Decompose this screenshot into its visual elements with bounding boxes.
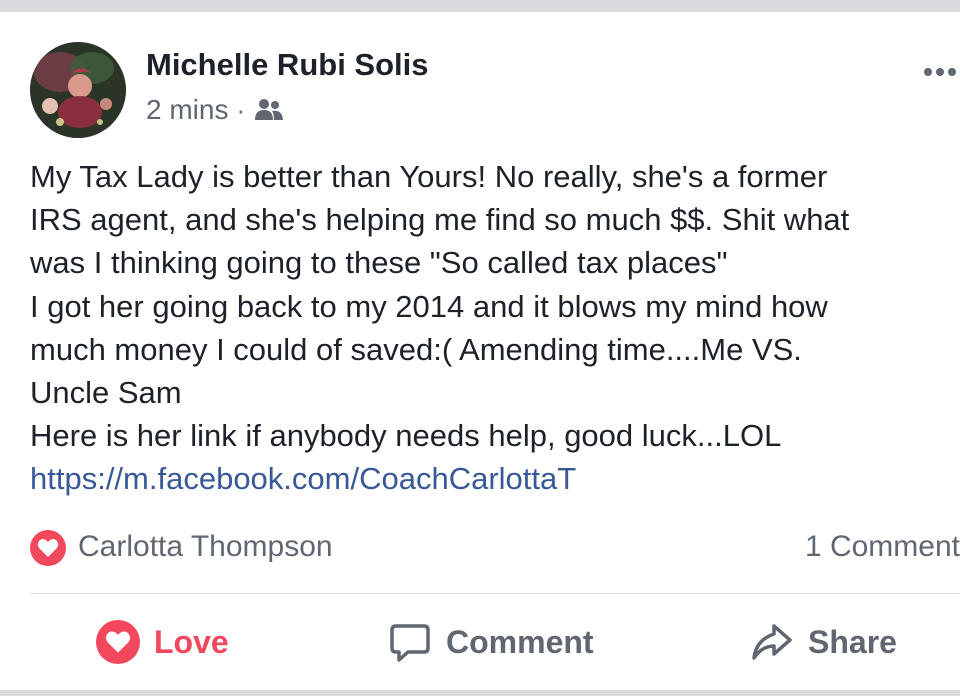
post-meta: 2 mins · xyxy=(146,92,285,128)
love-button[interactable]: Love xyxy=(96,619,229,665)
love-reaction-icon xyxy=(30,530,66,566)
author-name[interactable]: Michelle Rubi Solis xyxy=(146,47,429,83)
comment-button-label: Comment xyxy=(446,623,594,660)
post-text-line: much money I could of saved:( Amending t… xyxy=(30,331,802,367)
share-button-label: Share xyxy=(808,623,897,660)
comment-button[interactable]: Comment xyxy=(388,619,594,665)
friends-icon[interactable] xyxy=(253,96,285,124)
post-timestamp[interactable]: 2 mins xyxy=(146,94,228,126)
heart-icon xyxy=(96,620,140,664)
bottom-frame-bar xyxy=(0,690,960,696)
share-icon xyxy=(752,624,792,660)
post-text-line: I got her going back to my 2014 and it b… xyxy=(30,288,828,324)
reactor-name[interactable]: Carlotta Thompson xyxy=(78,530,333,564)
avatar-image xyxy=(30,42,126,138)
post-text-line: Here is her link if anybody needs help, … xyxy=(30,418,782,454)
post-body: My Tax Lady is better than Yours! No rea… xyxy=(30,155,955,501)
more-options-icon[interactable] xyxy=(924,62,960,82)
post-link[interactable]: https://m.facebook.com/CoachCarlottaT xyxy=(30,457,955,500)
avatar[interactable] xyxy=(30,42,126,138)
post-text-line: Uncle Sam xyxy=(30,375,182,411)
divider xyxy=(30,593,960,594)
action-bar: Love Comment Share xyxy=(0,605,960,683)
share-button[interactable]: Share xyxy=(750,619,897,665)
meta-separator: · xyxy=(236,94,246,125)
love-button-label: Love xyxy=(154,623,229,660)
post-text-line: was I thinking going to these "So called… xyxy=(30,245,728,281)
comment-count[interactable]: 1 Comment xyxy=(805,530,960,564)
post-text-line: My Tax Lady is better than Yours! No rea… xyxy=(30,159,828,194)
post-text-line: IRS agent, and she's helping me find so … xyxy=(30,202,850,238)
reactions-summary[interactable]: Carlotta Thompson 1 Comment xyxy=(30,526,960,570)
top-frame-bar xyxy=(0,0,960,12)
comment-icon xyxy=(390,624,430,662)
